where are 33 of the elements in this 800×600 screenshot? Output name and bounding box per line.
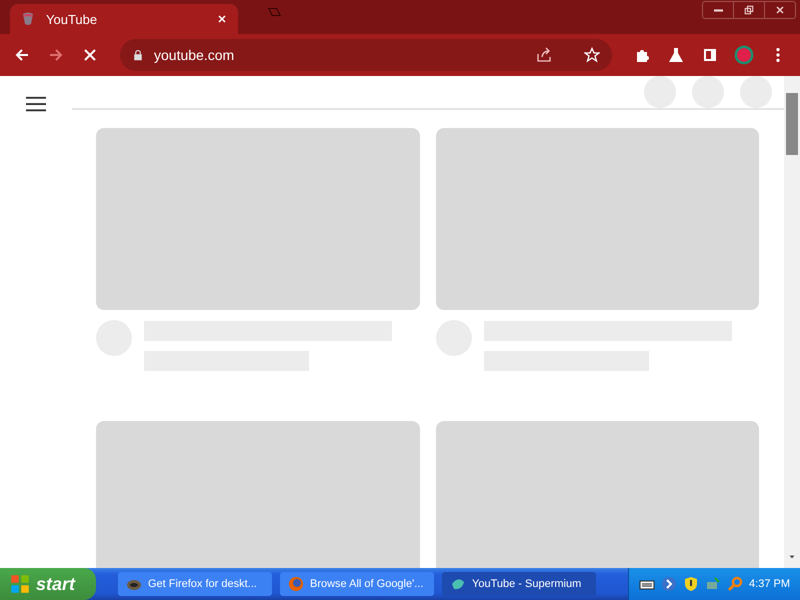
scrollbar-thumb[interactable] — [786, 93, 798, 155]
restore-icon — [743, 4, 755, 16]
scrollbar[interactable] — [784, 76, 800, 568]
minimize-icon — [714, 8, 722, 12]
firefox-icon — [288, 576, 304, 592]
share-icon — [536, 47, 552, 63]
kebab-menu-icon — [776, 48, 780, 62]
back-arrow-icon — [14, 47, 30, 63]
network-icon — [705, 576, 722, 592]
shield-icon — [683, 576, 700, 592]
puzzle-icon — [634, 47, 650, 63]
lock-icon — [132, 49, 144, 61]
menu-icon — [26, 94, 46, 114]
taskbar-button[interactable]: Get Firefox for deskt... — [118, 572, 272, 596]
address-bar[interactable]: youtube.com — [120, 39, 612, 71]
windows-logo-icon — [10, 574, 30, 594]
expand-icon — [661, 576, 678, 592]
side-panel-icon — [702, 47, 718, 63]
flask-icon — [668, 47, 684, 63]
forward-arrow-icon — [48, 47, 64, 63]
clock: 4:37 PM — [749, 578, 790, 590]
close-icon — [216, 13, 228, 25]
taskbar-button[interactable]: Browse All of Google'... — [280, 572, 434, 596]
magnifier-icon — [727, 576, 744, 592]
close-icon — [774, 4, 786, 16]
scroll-down-icon — [788, 553, 796, 561]
close-icon — [82, 47, 98, 63]
browser-tab[interactable]: YouTube — [10, 4, 238, 34]
favicon-icon — [20, 11, 36, 27]
avatar-icon — [734, 45, 754, 65]
star-icon — [584, 47, 600, 63]
start-button[interactable]: start — [0, 568, 96, 600]
taskbar-button[interactable]: YouTube - Supermium — [442, 572, 596, 596]
